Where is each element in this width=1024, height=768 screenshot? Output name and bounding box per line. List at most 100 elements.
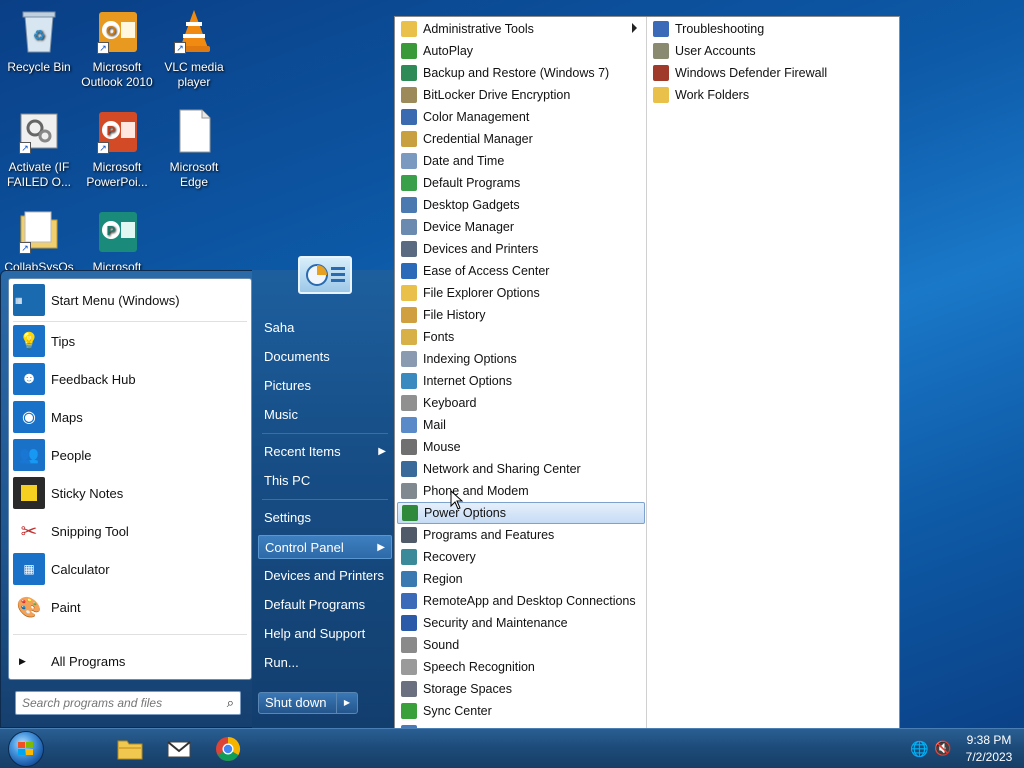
speaker-muted-icon[interactable]: 🔇 bbox=[934, 740, 951, 757]
mail-taskbar-button[interactable] bbox=[165, 735, 193, 763]
triangle-right-icon: ▶ bbox=[19, 655, 26, 666]
control-panel-item[interactable]: Device Manager bbox=[397, 216, 645, 238]
control-panel-item[interactable]: Credential Manager bbox=[397, 128, 645, 150]
control-panel-item[interactable]: Administrative Tools bbox=[397, 18, 645, 40]
link-pictures[interactable]: Pictures bbox=[264, 374, 392, 398]
control-panel-item[interactable]: Speech Recognition bbox=[397, 656, 645, 678]
start-menu-logo-icon: ▦ bbox=[13, 284, 45, 316]
control-panel-item-label: Administrative Tools bbox=[423, 22, 534, 36]
program-paint[interactable]: 🎨 Paint bbox=[13, 589, 81, 625]
control-panel-applet-icon bbox=[401, 109, 417, 125]
control-panel-item[interactable]: Troubleshooting bbox=[649, 18, 897, 40]
program-maps[interactable]: ◉ Maps bbox=[13, 399, 83, 435]
control-panel-item[interactable]: Devices and Printers bbox=[397, 238, 645, 260]
desktop-icon-edge[interactable]: Microsoft Edge bbox=[156, 108, 232, 190]
control-panel-item[interactable]: Phone and Modem bbox=[397, 480, 645, 502]
program-calculator[interactable]: ▦ Calculator bbox=[13, 551, 110, 587]
program-people[interactable]: 👥 People bbox=[13, 437, 91, 473]
desktop-icon-powerpoint[interactable]: P ↗ Microsoft PowerPoi... bbox=[79, 108, 155, 190]
control-panel-item[interactable]: Work Folders bbox=[649, 84, 897, 106]
control-panel-applet-icon bbox=[653, 43, 669, 59]
clock[interactable]: 9:38 PM 7/2/2023 bbox=[960, 732, 1018, 766]
language-globe-icon[interactable]: 🌐 bbox=[910, 740, 929, 758]
control-panel-item[interactable]: Desktop Gadgets bbox=[397, 194, 645, 216]
triangle-right-icon: ▶ bbox=[343, 698, 351, 707]
control-panel-item[interactable]: Default Programs bbox=[397, 172, 645, 194]
search-icon[interactable]: ⌕ bbox=[227, 695, 234, 711]
program-snipping-tool[interactable]: ✂ Snipping Tool bbox=[13, 513, 129, 549]
chrome-icon bbox=[216, 737, 241, 762]
control-panel-item[interactable]: Recovery bbox=[397, 546, 645, 568]
link-control-panel[interactable]: Control Panel ▶ bbox=[258, 535, 392, 559]
control-panel-item[interactable]: Ease of Access Center bbox=[397, 260, 645, 282]
link-label: Default Programs bbox=[264, 597, 366, 612]
control-panel-item[interactable]: Power Options bbox=[397, 502, 645, 524]
control-panel-item-label: Power Options bbox=[424, 506, 506, 520]
program-tips[interactable]: 💡 Tips bbox=[13, 323, 75, 359]
control-panel-item[interactable]: Color Management bbox=[397, 106, 645, 128]
pinned-start-menu-windows[interactable]: ▦ Start Menu (Windows) bbox=[13, 282, 180, 318]
control-panel-applet-icon bbox=[401, 307, 417, 323]
control-panel-item[interactable]: Region bbox=[397, 568, 645, 590]
control-panel-item[interactable]: BitLocker Drive Encryption bbox=[397, 84, 645, 106]
control-panel-applet-icon bbox=[401, 703, 417, 719]
control-panel-item[interactable]: Storage Spaces bbox=[397, 678, 645, 700]
taskbar: 🌐 🔇 9:38 PM 7/2/2023 bbox=[0, 728, 1024, 768]
control-panel-item[interactable]: Date and Time bbox=[397, 150, 645, 172]
link-help-and-support[interactable]: Help and Support bbox=[264, 622, 392, 646]
desktop-icon-recycle-bin[interactable]: ♻ Recycle Bin bbox=[1, 8, 77, 75]
control-panel-item[interactable]: Indexing Options bbox=[397, 348, 645, 370]
shutdown-button[interactable]: Shut down bbox=[259, 693, 337, 713]
program-feedback-hub[interactable]: ☻ Feedback Hub bbox=[13, 361, 136, 397]
control-panel-item[interactable]: Security and Maintenance bbox=[397, 612, 645, 634]
control-panel-item[interactable]: File History bbox=[397, 304, 645, 326]
control-panel-applet-icon bbox=[401, 681, 417, 697]
vlc-cone-icon: ↗ bbox=[172, 8, 216, 54]
program-label: Maps bbox=[51, 409, 83, 425]
control-panel-item[interactable]: Programs and Features bbox=[397, 524, 645, 546]
link-documents[interactable]: Documents bbox=[264, 345, 392, 369]
control-panel-item[interactable]: Fonts bbox=[397, 326, 645, 348]
all-programs-button[interactable]: ▶ All Programs bbox=[13, 647, 125, 675]
recycle-bin-icon: ♻ bbox=[17, 8, 61, 54]
link-default-programs[interactable]: Default Programs bbox=[264, 593, 392, 617]
control-panel-item[interactable]: Internet Options bbox=[397, 370, 645, 392]
divider bbox=[262, 499, 388, 500]
program-sticky-notes[interactable]: Sticky Notes bbox=[13, 475, 123, 511]
control-panel-item[interactable]: Backup and Restore (Windows 7) bbox=[397, 62, 645, 84]
control-panel-item[interactable]: Mail bbox=[397, 414, 645, 436]
start-menu-programs-panel: ▦ Start Menu (Windows) 💡 Tips ☻ Feedback… bbox=[8, 278, 252, 680]
desktop-icon-label: Activate (IF FAILED O... bbox=[6, 160, 72, 189]
link-devices-and-printers[interactable]: Devices and Printers bbox=[264, 564, 392, 588]
start-button[interactable] bbox=[8, 731, 44, 767]
control-panel-item[interactable]: RemoteApp and Desktop Connections bbox=[397, 590, 645, 612]
control-panel-item[interactable]: Sync Center bbox=[397, 700, 645, 722]
control-panel-item[interactable]: Network and Sharing Center bbox=[397, 458, 645, 480]
shortcut-arrow-icon: ↗ bbox=[97, 142, 109, 154]
control-panel-menu: Administrative Tools AutoPlay Backup and R… bbox=[394, 16, 900, 768]
file-explorer-taskbar-button[interactable] bbox=[116, 735, 144, 763]
control-panel-item[interactable]: Sound bbox=[397, 634, 645, 656]
control-panel-item[interactable]: Keyboard bbox=[397, 392, 645, 414]
control-panel-item[interactable]: File Explorer Options bbox=[397, 282, 645, 304]
link-music[interactable]: Music bbox=[264, 403, 392, 427]
link-run[interactable]: Run... bbox=[264, 651, 392, 675]
desktop-icon-activate[interactable]: ↗ Activate (IF FAILED O... bbox=[1, 108, 77, 190]
desktop-icon-microsoft-publisher[interactable]: P Microsoft bbox=[79, 208, 155, 275]
link-settings[interactable]: Settings bbox=[264, 506, 392, 530]
desktop-icon-vlc[interactable]: ↗ VLC media player bbox=[156, 8, 232, 90]
desktop-icon-outlook[interactable]: O ↗ Microsoft Outlook 2010 bbox=[79, 8, 155, 90]
link-user-folder[interactable]: Saha bbox=[264, 316, 392, 340]
chrome-taskbar-button[interactable] bbox=[214, 735, 242, 763]
control-panel-item[interactable]: AutoPlay bbox=[397, 40, 645, 62]
control-panel-item[interactable]: Mouse bbox=[397, 436, 645, 458]
shutdown-options-button[interactable]: ▶ bbox=[337, 693, 357, 713]
control-panel-item[interactable]: User Accounts bbox=[649, 40, 897, 62]
control-panel-item[interactable]: Windows Defender Firewall bbox=[649, 62, 897, 84]
control-panel-item-label: Mail bbox=[423, 418, 446, 432]
search-input[interactable] bbox=[22, 693, 218, 713]
link-recent-items[interactable]: Recent Items ▶ bbox=[264, 440, 392, 464]
control-panel-item-label: Region bbox=[423, 572, 463, 586]
link-this-pc[interactable]: This PC bbox=[264, 469, 392, 493]
search-box[interactable]: ⌕ bbox=[15, 691, 241, 715]
